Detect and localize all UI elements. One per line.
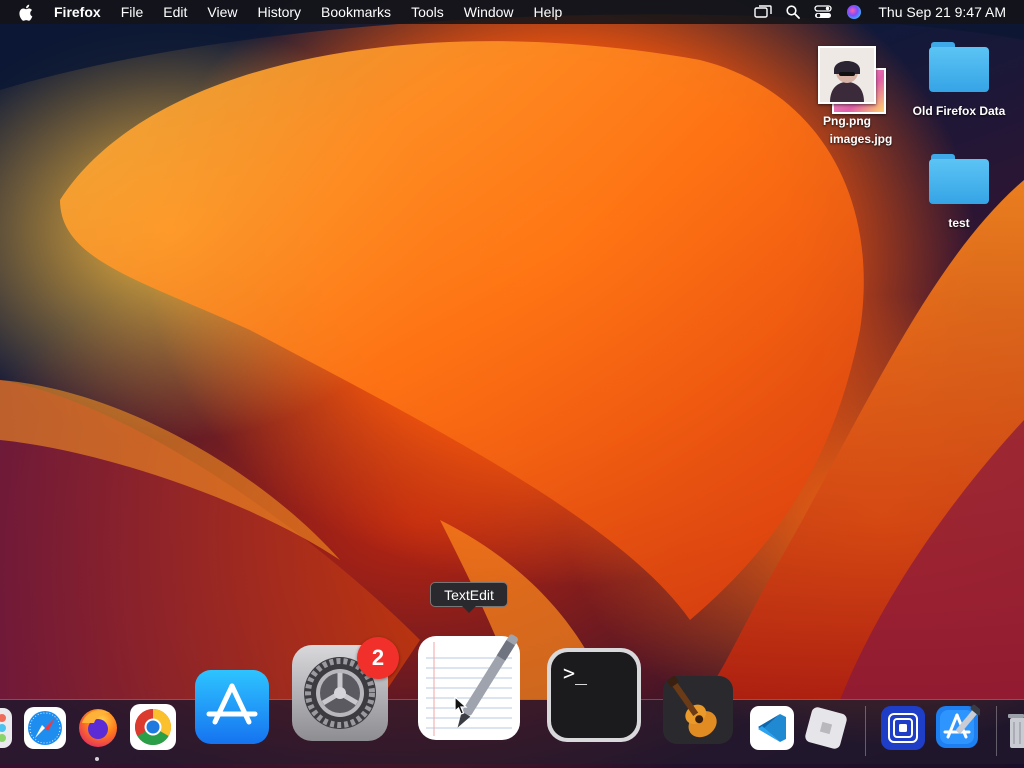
png-label: Png.png: [823, 114, 871, 128]
firefox-running-indicator: [95, 757, 99, 761]
menu-edit[interactable]: Edit: [163, 4, 187, 20]
menu-window[interactable]: Window: [464, 4, 514, 20]
apple-icon[interactable]: [18, 4, 36, 21]
dock-tooltip-pointer: [462, 606, 476, 613]
desktop-folder-test[interactable]: test: [906, 152, 1012, 230]
dock-separator-trash: [996, 706, 997, 756]
desktop-folder-old-firefox-data[interactable]: Old Firefox Data: [906, 40, 1012, 118]
svg-text:>_: >_: [563, 661, 588, 685]
spotlight-search-icon[interactable]: [786, 5, 801, 19]
dock-garageband-icon[interactable]: [663, 668, 735, 746]
menu-app-name[interactable]: Firefox: [54, 4, 101, 20]
screen-mirroring-icon[interactable]: [754, 5, 773, 19]
menu-view[interactable]: View: [207, 4, 237, 20]
dock-vscode-icon[interactable]: [750, 706, 794, 750]
dock-trash-icon[interactable]: [1008, 712, 1024, 748]
desktop-file-png[interactable]: Png.png images.jpg: [812, 46, 892, 146]
menu-history[interactable]: History: [257, 4, 301, 20]
jpg-label: images.jpg: [829, 132, 893, 146]
menu-file[interactable]: File: [121, 4, 144, 20]
folder-icon: [929, 40, 989, 92]
png-image-icon: [818, 46, 876, 104]
folder-label-old-firefox-data: Old Firefox Data: [912, 104, 1006, 118]
menu-bar: Firefox File Edit View History Bookmarks…: [0, 0, 1024, 24]
menu-clock[interactable]: Thu Sep 21 9:47 AM: [878, 4, 1006, 20]
siri-icon[interactable]: [846, 4, 862, 20]
menu-tools[interactable]: Tools: [411, 4, 444, 20]
control-center-icon[interactable]: [814, 5, 833, 19]
dock-separator: [865, 706, 866, 756]
dock-chrome-icon[interactable]: [130, 704, 176, 750]
dock-terminal-icon[interactable]: >_: [547, 648, 641, 742]
dock-textedit-icon[interactable]: [416, 628, 522, 742]
dock-roblox-icon[interactable]: [802, 704, 850, 752]
settings-notification-badge: 2: [357, 637, 399, 679]
mouse-cursor-icon: [454, 695, 468, 716]
dock-safari-icon[interactable]: [24, 707, 66, 749]
folder-label-test: test: [948, 216, 970, 230]
dock-simulator-icon[interactable]: [881, 706, 925, 750]
dock-launchpad-icon[interactable]: [0, 708, 12, 748]
dock-app-store-icon[interactable]: [195, 670, 269, 744]
dock-tooltip: TextEdit: [430, 582, 508, 607]
menu-help[interactable]: Help: [534, 4, 563, 20]
png-thumbnail: [812, 46, 892, 116]
dock-firefox-icon[interactable]: [76, 705, 120, 749]
dock-xcode-icon[interactable]: [934, 704, 980, 750]
menu-bookmarks[interactable]: Bookmarks: [321, 4, 391, 20]
folder-icon: [929, 152, 989, 204]
